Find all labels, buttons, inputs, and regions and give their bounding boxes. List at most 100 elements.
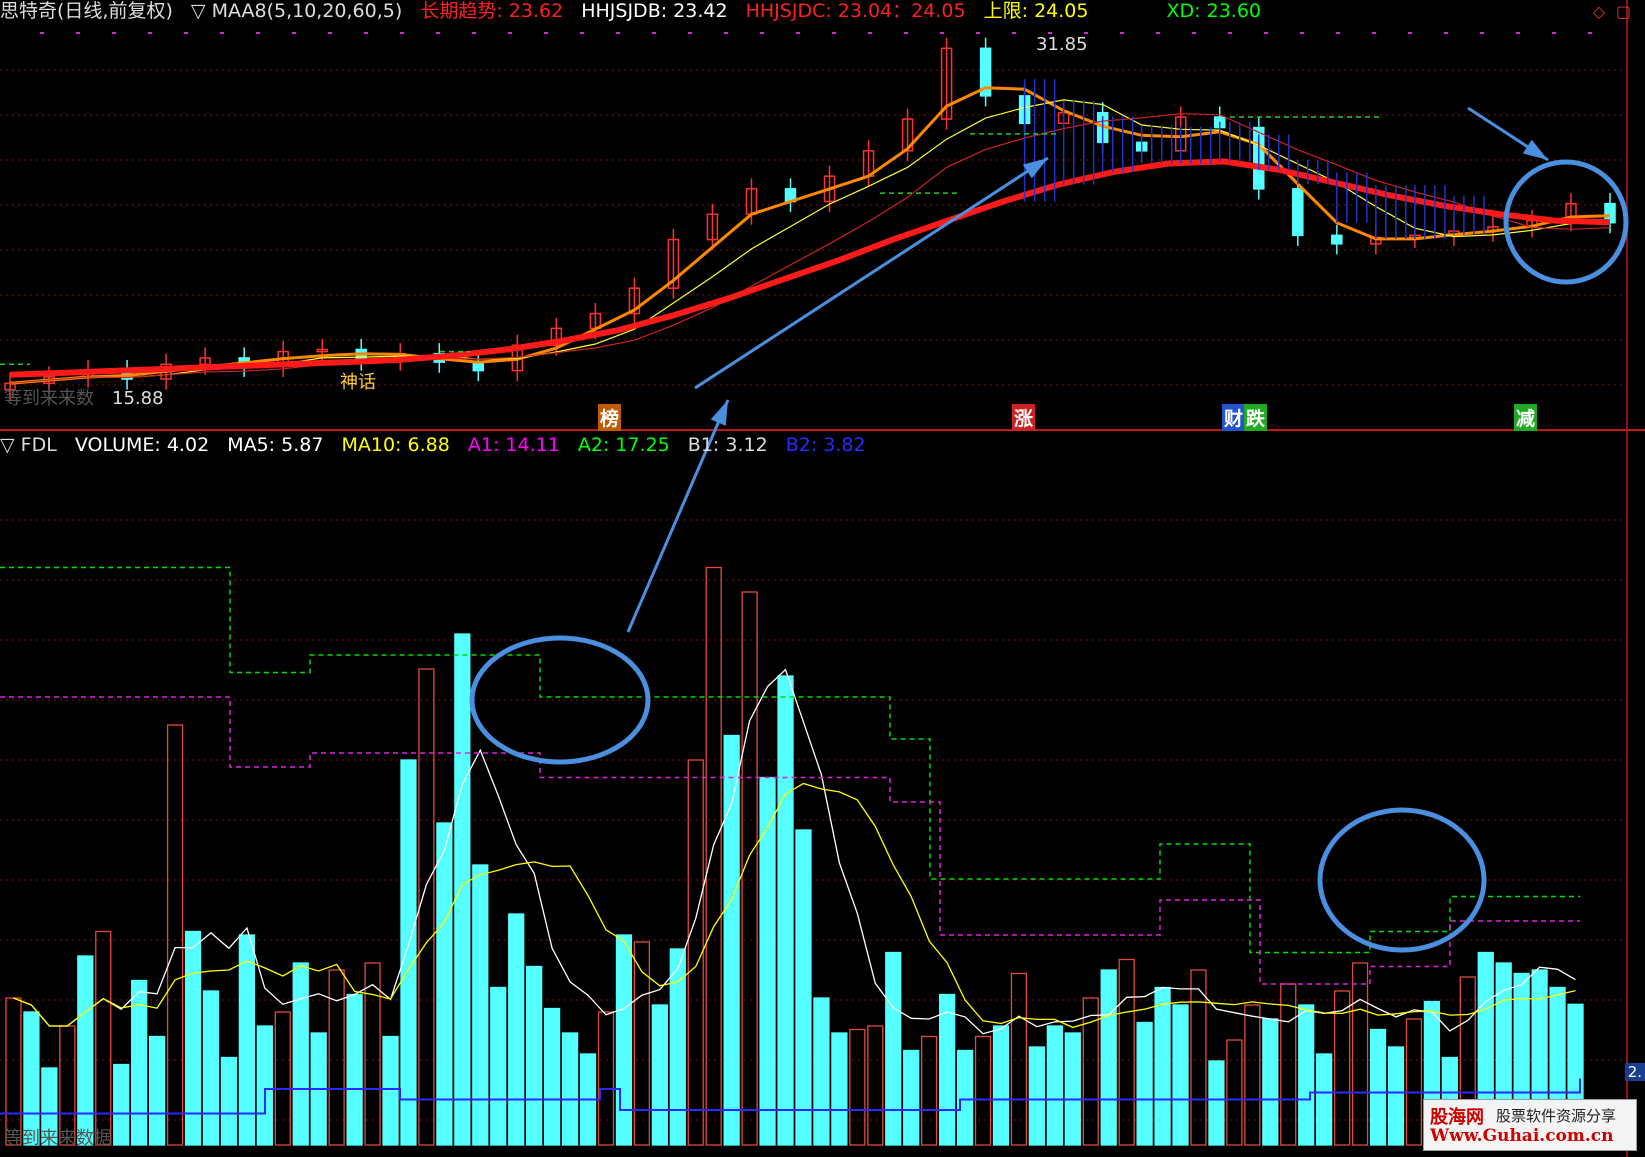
- high-price-label: 31.85: [1036, 34, 1088, 55]
- volume-bar: [992, 1025, 1010, 1146]
- volume-bar: [1046, 1025, 1063, 1146]
- volume-bar: [328, 969, 345, 1146]
- volume-bar: [831, 1032, 848, 1146]
- long-trend-line: [9, 158, 1611, 378]
- watermark: 股海网 股票软件资源分享 Www.Guhai.com.cn: [1423, 1099, 1637, 1151]
- volume-bar: [1136, 1021, 1153, 1146]
- volume-bar: [148, 1035, 166, 1146]
- volume-bar: [651, 1004, 668, 1146]
- volume-bar: [1244, 1004, 1261, 1146]
- price-header: 思特奇(日线,前复权) ▽ MAA8(5,10,20,60,5) 长期趋势: 2…: [0, 0, 1273, 22]
- volume-bar: [166, 724, 184, 1146]
- hhjsjdb-value: HHJSJDB: 23.42: [581, 0, 728, 22]
- volume-bar: [795, 829, 812, 1146]
- volume-bar: [867, 1025, 884, 1146]
- volume-bar: [77, 955, 94, 1146]
- volume-bar: [938, 993, 956, 1146]
- volume-bar: [256, 1025, 273, 1146]
- event-marker-cai[interactable]: 财: [1222, 404, 1246, 431]
- volume-bar: [1172, 1004, 1189, 1146]
- upper-limit-value: 上限: 24.05: [983, 0, 1089, 22]
- indicator-name[interactable]: ▽ MAA8(5,10,20,60,5): [191, 0, 402, 22]
- event-marker-zhang[interactable]: 涨: [1012, 404, 1036, 431]
- volume-bar: [1028, 1046, 1046, 1146]
- volume-bar: [508, 913, 525, 1146]
- volume-bar: [543, 1007, 561, 1146]
- volume-axis-label: 2.: [1624, 1063, 1645, 1081]
- stock-chart-window: 思特奇(日线,前复权) ▽ MAA8(5,10,20,60,5) 长期趋势: 2…: [0, 0, 1645, 1157]
- volume-bar: [974, 1035, 992, 1146]
- volume-bar: [454, 633, 471, 1146]
- ma10-value: MA10: 6.88: [341, 434, 450, 456]
- volume-bar: [274, 1011, 291, 1146]
- hidden-left-label: 等到来来数: [4, 388, 94, 409]
- volume-value: VOLUME: 4.02: [74, 434, 210, 456]
- volume-bar: [472, 864, 489, 1146]
- annotation-arrow-right-head: [1522, 139, 1548, 160]
- xd-value: XD: 23.60: [1166, 0, 1261, 22]
- trend-value: 长期趋势: 23.62: [420, 0, 564, 22]
- window-restore-icon[interactable]: ▢: [1616, 2, 1631, 21]
- ma-darkred-line: [9, 113, 1611, 384]
- event-marker-die[interactable]: 跌: [1244, 404, 1268, 431]
- volume-bar: [1010, 972, 1028, 1146]
- volume-bar: [921, 1035, 938, 1146]
- candle-body: [1292, 188, 1304, 237]
- volume-indicator-name[interactable]: ▽ FDL: [0, 434, 57, 456]
- volume-bar: [1316, 1053, 1333, 1146]
- volume-header: ▽ FDL VOLUME: 4.02 MA5: 5.87 MA10: 6.88 …: [0, 434, 878, 456]
- volume-bar: [561, 1032, 579, 1146]
- volume-bar: [490, 986, 507, 1146]
- a1-value: A1: 14.11: [467, 434, 560, 456]
- watermark-line2: Www.Guhai.com.cn: [1430, 1126, 1614, 1146]
- volume-bar: [723, 734, 740, 1146]
- volume-bar: [903, 1049, 920, 1146]
- volume-bar: [687, 759, 704, 1146]
- volume-bar: [382, 1035, 399, 1146]
- volume-bar: [346, 993, 363, 1146]
- volume-bar: [1333, 990, 1351, 1146]
- b2-value: B2: 3.82: [785, 434, 866, 456]
- shenhua-label: 神话: [340, 372, 376, 393]
- volume-bar: [777, 675, 794, 1146]
- volume-bar: [526, 965, 543, 1146]
- annotation-arrow-trend: [694, 156, 1049, 390]
- volume-bar: [1280, 983, 1297, 1146]
- low-price-label: 15.88: [112, 388, 164, 409]
- volume-bar: [400, 759, 417, 1146]
- volume-bar: [759, 776, 776, 1146]
- event-marker-jian[interactable]: 减: [1514, 404, 1538, 431]
- volume-bar: [1405, 1018, 1423, 1146]
- candle-body: [1331, 234, 1343, 245]
- ma-yellow-line: [9, 99, 1611, 384]
- volume-bar: [956, 1049, 974, 1146]
- diamond-icon[interactable]: ◇: [1593, 2, 1605, 21]
- a2-value: A2: 17.25: [577, 434, 670, 456]
- volume-bar: [813, 997, 830, 1146]
- volume-bar: [5, 997, 22, 1146]
- watermark-line1b: 股票软件资源分享: [1496, 1107, 1617, 1125]
- volume-bar: [1190, 969, 1207, 1146]
- stock-title[interactable]: 思特奇(日线,前复权): [0, 0, 173, 22]
- volume-bar: [705, 566, 722, 1146]
- volume-bar: [1100, 969, 1117, 1146]
- b1-value: B1: 3.12: [687, 434, 768, 456]
- volume-bar: [364, 962, 381, 1146]
- volume-bar: [292, 962, 309, 1146]
- volume-bar: [1387, 1046, 1405, 1146]
- ma-orange-line: [9, 86, 1611, 385]
- volume-bar: [1118, 958, 1135, 1146]
- volume-bar: [1154, 986, 1171, 1146]
- volume-bar: [885, 951, 902, 1146]
- volume-bar: [220, 1056, 238, 1146]
- volume-bar: [1298, 1004, 1315, 1146]
- volume-bar: [1226, 1039, 1243, 1146]
- volume-bar: [615, 934, 633, 1146]
- ma5-value: MA5: 5.87: [227, 434, 324, 456]
- event-marker-bang[interactable]: 榜: [598, 404, 622, 431]
- annotation-arrow-up-head: [710, 400, 728, 426]
- volume-bar: [418, 668, 435, 1146]
- chart-canvas: [0, 0, 1645, 1157]
- volume-bar: [436, 822, 453, 1146]
- volume-bar: [1369, 1028, 1387, 1146]
